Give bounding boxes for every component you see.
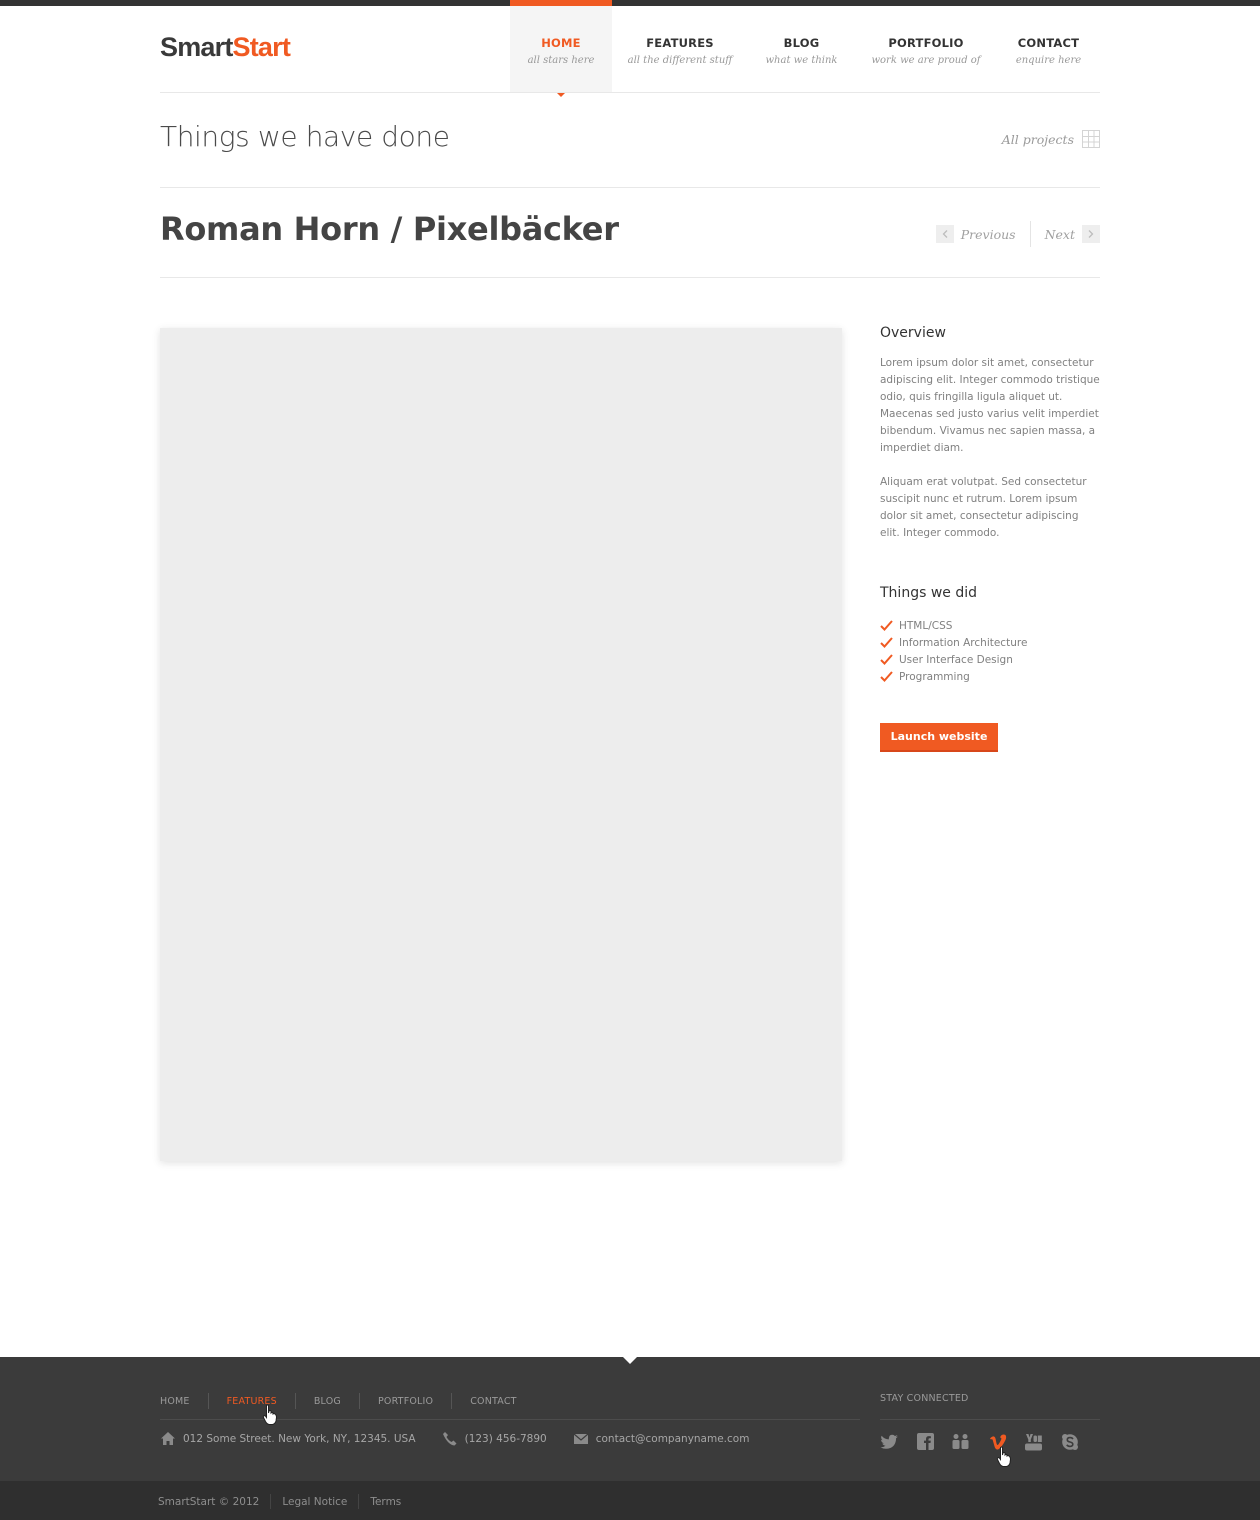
next-button[interactable]: Next <box>1045 225 1100 243</box>
footer-notch <box>623 1357 637 1364</box>
nav-portfolio-sub: work we are proud of <box>871 55 981 66</box>
pager-separator <box>1029 221 1031 247</box>
list-item-label: User Interface Design <box>899 653 1013 666</box>
footer-nav-home[interactable]: HOME <box>160 1396 190 1407</box>
page-title: Things we have done <box>160 120 450 153</box>
nav-active-arrow <box>557 93 565 97</box>
mail-icon <box>573 1431 589 1446</box>
nav-blog-label: BLOG <box>783 36 820 50</box>
stay-connected-heading: STAY CONNECTED <box>880 1393 969 1404</box>
hand-cursor-icon <box>262 1404 278 1426</box>
address-item: 012 Some Street. New York, NY, 12345. US… <box>160 1431 416 1446</box>
copyright-text: SmartStart © 2012 <box>158 1495 260 1508</box>
nav-home-sub: all stars here <box>527 55 595 66</box>
flickr-icon[interactable] <box>952 1432 971 1451</box>
footer-nav: HOME FEATURES BLOG PORTFOLIO CONTACT <box>160 1393 517 1409</box>
terms-link[interactable]: Terms <box>370 1496 401 1508</box>
logo-part1: Smart <box>160 32 233 62</box>
twitter-icon[interactable] <box>880 1432 899 1451</box>
footer-nav-blog[interactable]: BLOG <box>314 1396 341 1407</box>
all-projects-link[interactable]: All projects <box>1002 130 1100 148</box>
nav-contact[interactable]: CONTACT enquire here <box>997 0 1100 93</box>
bottom-separator <box>358 1494 360 1509</box>
email-text: contact@companyname.com <box>595 1432 750 1445</box>
nav-blog[interactable]: BLOG what we think <box>748 0 855 93</box>
header-divider <box>160 92 1100 93</box>
nav-home-label: HOME <box>541 36 581 50</box>
hand-cursor-icon <box>996 1446 1012 1468</box>
logo-part2: Start <box>232 32 291 62</box>
overview-section: Overview Lorem ipsum dolor sit amet, con… <box>880 325 1100 542</box>
bottom-bar: SmartStart © 2012 Legal Notice Terms <box>0 1481 1260 1520</box>
main-nav: HOME all stars here FEATURES all the dif… <box>510 0 1100 97</box>
title-divider <box>160 187 1100 188</box>
footer-nav-contact[interactable]: CONTACT <box>470 1396 516 1407</box>
things-section: Things we did HTML/CSS Information Archi… <box>880 585 1100 685</box>
check-icon <box>880 654 893 665</box>
legal-notice-link[interactable]: Legal Notice <box>282 1496 347 1508</box>
phone-text: (123) 456-7890 <box>464 1432 547 1445</box>
launch-website-button[interactable]: Launch website <box>880 723 998 752</box>
check-icon <box>880 671 893 682</box>
phone-icon <box>442 1431 458 1446</box>
things-heading: Things we did <box>880 585 977 601</box>
project-image <box>160 328 842 1161</box>
address-text: 012 Some Street. New York, NY, 12345. US… <box>183 1432 416 1445</box>
logo[interactable]: SmartStart <box>160 32 291 63</box>
things-list: HTML/CSS Information Architecture User I… <box>880 617 1100 685</box>
footer-nav-portfolio[interactable]: PORTFOLIO <box>378 1396 433 1407</box>
phone-item: (123) 456-7890 <box>442 1431 547 1446</box>
nav-blog-sub: what we think <box>765 55 838 66</box>
contact-info: 012 Some Street. New York, NY, 12345. US… <box>160 1431 775 1446</box>
footer-nav-separator <box>207 1393 209 1409</box>
project-pager: Previous Next <box>935 221 1100 247</box>
bottom-links: SmartStart © 2012 Legal Notice Terms <box>158 1494 401 1509</box>
nav-features-sub: all the different stuff <box>627 55 733 66</box>
social-links <box>880 1432 1079 1451</box>
skype-icon[interactable] <box>1060 1432 1079 1451</box>
next-label: Next <box>1044 226 1075 242</box>
email-item[interactable]: contact@companyname.com <box>573 1431 750 1446</box>
chevron-right-icon <box>1082 225 1100 243</box>
overview-paragraph-1: Lorem ipsum dolor sit amet, consectetur … <box>880 357 1100 454</box>
facebook-icon[interactable] <box>916 1432 935 1451</box>
nav-features[interactable]: FEATURES all the different stuff <box>612 0 748 93</box>
footer: HOME FEATURES BLOG PORTFOLIO CONTACT 012… <box>0 1357 1260 1481</box>
grid-icon <box>1082 130 1100 148</box>
nav-contact-label: CONTACT <box>1017 36 1080 50</box>
bottom-separator <box>270 1494 272 1509</box>
project-title: Roman Horn / Pixelbäcker <box>160 210 619 248</box>
nav-portfolio[interactable]: PORTFOLIO work we are proud of <box>855 0 997 93</box>
list-item-label: Information Architecture <box>899 636 1028 649</box>
youtube-icon[interactable] <box>1024 1432 1043 1451</box>
check-icon <box>880 620 893 631</box>
chevron-left-icon <box>935 225 954 243</box>
nav-contact-sub: enquire here <box>1015 55 1082 66</box>
list-item-label: HTML/CSS <box>899 619 953 632</box>
list-item-label: Programming <box>899 670 970 683</box>
footer-nav-separator <box>294 1393 296 1409</box>
nav-home[interactable]: HOME all stars here <box>510 0 612 97</box>
home-icon <box>160 1431 176 1446</box>
list-item: Programming <box>880 668 1100 685</box>
check-icon <box>880 637 893 648</box>
footer-nav-separator <box>451 1393 453 1409</box>
project-divider <box>160 277 1100 278</box>
previous-label: Previous <box>960 226 1016 242</box>
overview-paragraph-2: Aliquam erat volutpat. Sed consectetur s… <box>880 476 1087 539</box>
overview-heading: Overview <box>880 325 946 341</box>
list-item: User Interface Design <box>880 651 1100 668</box>
all-projects-label: All projects <box>1001 131 1074 147</box>
footer-divider-right <box>880 1419 1100 1420</box>
list-item: Information Architecture <box>880 634 1100 651</box>
list-item: HTML/CSS <box>880 617 1100 634</box>
nav-features-label: FEATURES <box>646 36 714 50</box>
previous-button[interactable]: Previous <box>935 225 1016 243</box>
nav-portfolio-label: PORTFOLIO <box>888 36 964 50</box>
footer-nav-separator <box>358 1393 360 1409</box>
